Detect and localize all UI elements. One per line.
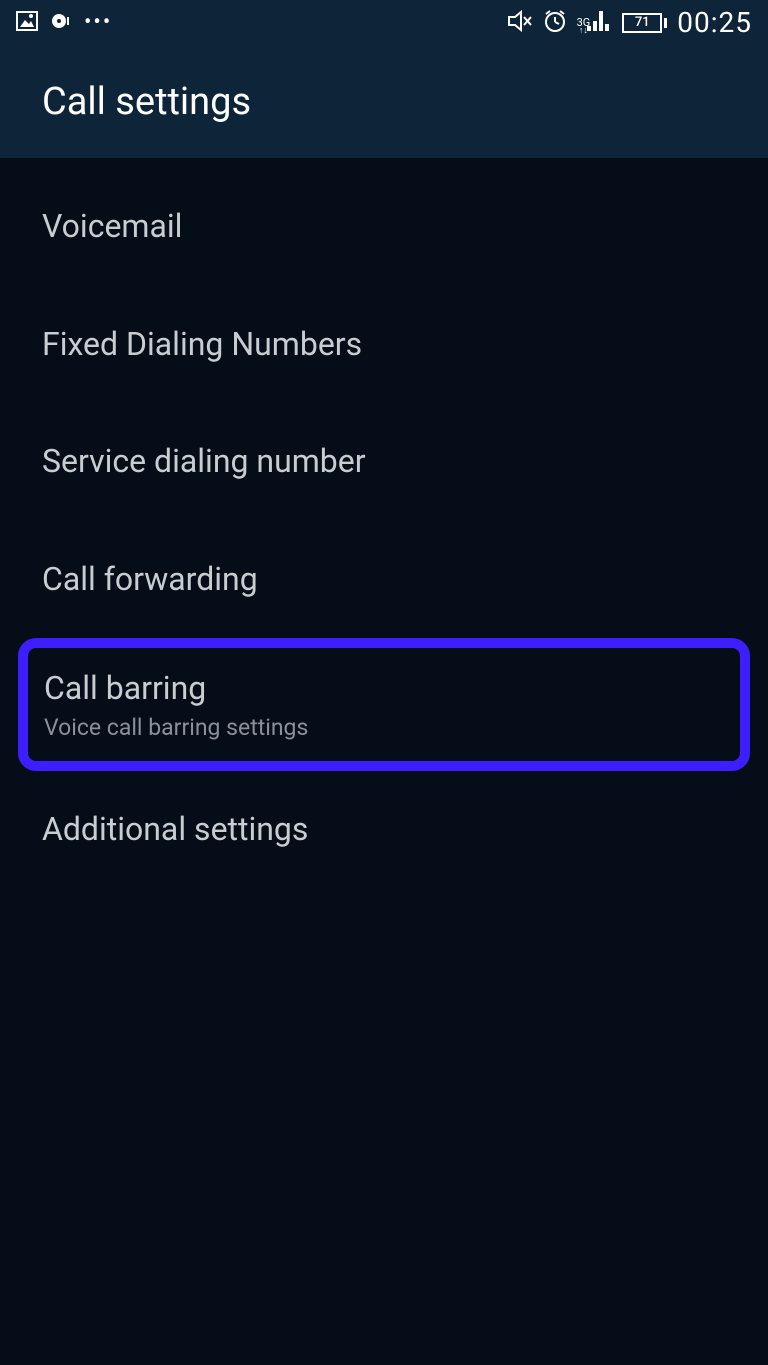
item-title: Fixed Dialing Numbers	[42, 324, 726, 366]
status-time: 00:25	[677, 6, 752, 39]
item-title: Voicemail	[42, 206, 726, 248]
item-title: Call forwarding	[42, 559, 726, 601]
status-right-icons: 3G ↑↓ 71 00:25	[507, 6, 752, 39]
item-subtitle: Voice call barring settings	[44, 714, 724, 741]
highlight-box: Call barring Voice call barring settings	[18, 638, 750, 771]
battery-level: 71	[635, 15, 650, 30]
status-bar: ••• 3G ↑↓	[0, 0, 768, 45]
app-header: Call settings	[0, 45, 768, 158]
page-title: Call settings	[42, 80, 251, 124]
network-indicator: 3G ↑↓	[577, 10, 613, 36]
status-left-icons: •••	[16, 10, 112, 35]
settings-item-call-barring[interactable]: Call barring Voice call barring settings	[28, 648, 740, 761]
signal-icon	[586, 10, 612, 36]
item-title: Call barring	[44, 668, 724, 710]
alarm-icon	[543, 9, 567, 37]
battery-indicator: 71	[622, 13, 667, 33]
settings-item-additional-settings[interactable]: Additional settings	[0, 771, 768, 889]
settings-item-service-dialing-number[interactable]: Service dialing number	[0, 403, 768, 521]
settings-list: Voicemail Fixed Dialing Numbers Service …	[0, 158, 768, 889]
settings-item-call-forwarding[interactable]: Call forwarding	[0, 521, 768, 639]
mute-icon	[507, 10, 533, 36]
item-title: Additional settings	[42, 809, 726, 851]
settings-item-fixed-dialing-numbers[interactable]: Fixed Dialing Numbers	[0, 286, 768, 404]
picture-icon	[16, 11, 38, 35]
item-title: Service dialing number	[42, 441, 726, 483]
disc-icon	[50, 11, 72, 35]
more-dots-icon: •••	[84, 10, 112, 35]
settings-item-voicemail[interactable]: Voicemail	[0, 168, 768, 286]
